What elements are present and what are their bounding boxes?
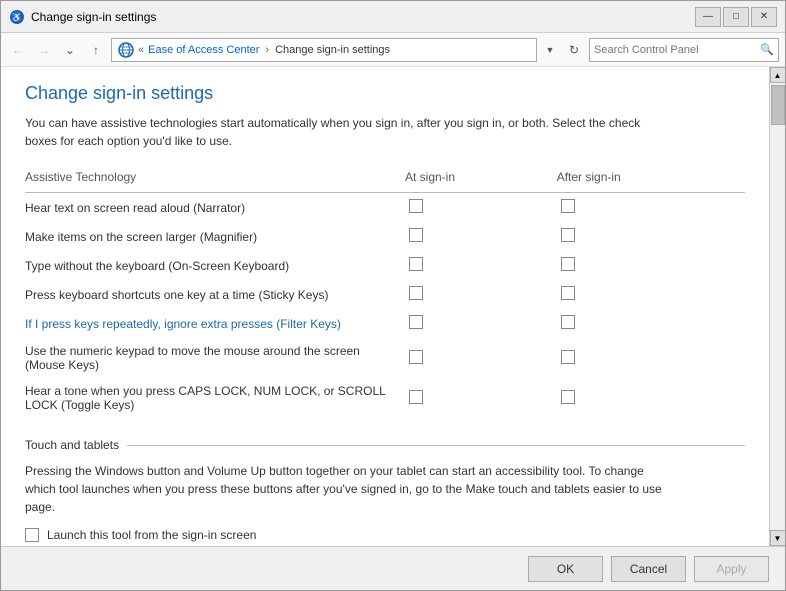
tech-label: Use the numeric keypad to move the mouse… xyxy=(25,338,405,378)
after-signin-cell xyxy=(557,280,745,309)
table-row: Hear a tone when you press CAPS LOCK, NU… xyxy=(25,378,745,418)
after-signin-cell xyxy=(557,251,745,280)
nav-bar: ← → ⌄ ↑ « Ease of Access Center › Change… xyxy=(1,33,785,67)
breadcrumb-ease[interactable]: Ease of Access Center xyxy=(148,44,259,56)
content-area: Change sign-in settings You can have ass… xyxy=(1,67,785,546)
after-signin-cell xyxy=(557,378,745,418)
after-signin-checkbox[interactable] xyxy=(561,228,575,242)
col-header-technology: Assistive Technology xyxy=(25,166,405,192)
after-signin-checkbox[interactable] xyxy=(561,286,575,300)
scrollbar-track: ▲ ▼ xyxy=(769,67,785,546)
close-button[interactable]: ✕ xyxy=(751,7,777,27)
col-header-after-signin: After sign-in xyxy=(557,166,745,192)
after-signin-cell xyxy=(557,309,745,338)
footer: OK Cancel Apply xyxy=(1,546,785,590)
table-row: Press keyboard shortcuts one key at a ti… xyxy=(25,280,745,309)
tech-label: Press keyboard shortcuts one key at a ti… xyxy=(25,280,405,309)
at-signin-checkbox[interactable] xyxy=(409,286,423,300)
launch-tool-label: Launch this tool from the sign-in screen xyxy=(47,528,256,542)
at-signin-cell xyxy=(405,378,557,418)
touch-section: Touch and tablets Pressing the Windows b… xyxy=(25,438,745,542)
dropdown-button[interactable]: ⌄ xyxy=(59,39,81,61)
breadcrumb-separator-1: « xyxy=(138,44,144,56)
page-title: Change sign-in settings xyxy=(25,83,745,104)
refresh-button[interactable]: ↻ xyxy=(563,39,585,61)
svg-text:♿: ♿ xyxy=(11,11,22,22)
minimize-button[interactable]: — xyxy=(695,7,721,27)
at-signin-checkbox[interactable] xyxy=(409,257,423,271)
table-row: Type without the keyboard (On-Screen Key… xyxy=(25,251,745,280)
main-content: Change sign-in settings You can have ass… xyxy=(1,67,769,546)
col-header-at-signin: At sign-in xyxy=(405,166,557,192)
touch-description: Pressing the Windows button and Volume U… xyxy=(25,462,665,516)
scroll-down-button[interactable]: ▼ xyxy=(770,530,786,546)
search-box: 🔍 xyxy=(589,38,779,62)
after-signin-checkbox[interactable] xyxy=(561,390,575,404)
at-signin-checkbox[interactable] xyxy=(409,199,423,213)
ok-button[interactable]: OK xyxy=(528,556,603,582)
at-signin-cell xyxy=(405,309,557,338)
window-icon: ♿ xyxy=(9,9,25,25)
launch-tool-row: Launch this tool from the sign-in screen xyxy=(25,528,745,542)
up-button[interactable]: ↑ xyxy=(85,39,107,61)
after-signin-checkbox[interactable] xyxy=(561,199,575,213)
launch-tool-checkbox[interactable] xyxy=(25,528,39,542)
apply-button[interactable]: Apply xyxy=(694,556,769,582)
tech-label: Hear a tone when you press CAPS LOCK, NU… xyxy=(25,378,405,418)
after-signin-cell xyxy=(557,338,745,378)
touch-section-header: Touch and tablets xyxy=(25,438,745,452)
at-signin-cell xyxy=(405,193,557,222)
page-description: You can have assistive technologies star… xyxy=(25,114,665,150)
table-row: Use the numeric keypad to move the mouse… xyxy=(25,338,745,378)
tech-link[interactable]: If I press keys repeatedly, ignore extra… xyxy=(25,317,341,331)
table-row: If I press keys repeatedly, ignore extra… xyxy=(25,309,745,338)
at-signin-cell xyxy=(405,280,557,309)
after-signin-checkbox[interactable] xyxy=(561,350,575,364)
at-signin-cell xyxy=(405,338,557,378)
at-signin-checkbox[interactable] xyxy=(409,228,423,242)
breadcrumb-arrow: › xyxy=(265,44,269,56)
maximize-button[interactable]: □ xyxy=(723,7,749,27)
title-bar-controls: — □ ✕ xyxy=(695,7,777,27)
after-signin-cell xyxy=(557,193,745,222)
at-signin-checkbox[interactable] xyxy=(409,390,423,404)
tech-label: Hear text on screen read aloud (Narrator… xyxy=(25,193,405,222)
address-globe-icon xyxy=(118,42,134,58)
after-signin-checkbox[interactable] xyxy=(561,257,575,271)
search-icon-button[interactable]: 🔍 xyxy=(760,43,774,56)
at-signin-checkbox[interactable] xyxy=(409,315,423,329)
title-bar: ♿ Change sign-in settings — □ ✕ xyxy=(1,1,785,33)
at-signin-cell xyxy=(405,251,557,280)
main-window: ♿ Change sign-in settings — □ ✕ ← → ⌄ ↑ … xyxy=(0,0,786,591)
scrollbar-thumb[interactable] xyxy=(771,85,785,125)
address-dropdown-button[interactable]: ▼ xyxy=(541,39,559,61)
table-row: Hear text on screen read aloud (Narrator… xyxy=(25,193,745,222)
assistive-tech-table: Assistive Technology At sign-in After si… xyxy=(25,166,745,418)
cancel-button[interactable]: Cancel xyxy=(611,556,686,582)
tech-label: If I press keys repeatedly, ignore extra… xyxy=(25,309,405,338)
address-bar: « Ease of Access Center › Change sign-in… xyxy=(111,38,537,62)
breadcrumb-current: Change sign-in settings xyxy=(275,44,390,56)
at-signin-cell xyxy=(405,222,557,251)
tech-label: Type without the keyboard (On-Screen Key… xyxy=(25,251,405,280)
after-signin-checkbox[interactable] xyxy=(561,315,575,329)
title-bar-label: Change sign-in settings xyxy=(31,10,695,24)
tech-label: Make items on the screen larger (Magnifi… xyxy=(25,222,405,251)
at-signin-checkbox[interactable] xyxy=(409,350,423,364)
scroll-up-button[interactable]: ▲ xyxy=(770,67,786,83)
search-input[interactable] xyxy=(594,44,760,56)
after-signin-cell xyxy=(557,222,745,251)
back-button[interactable]: ← xyxy=(7,39,29,61)
table-row: Make items on the screen larger (Magnifi… xyxy=(25,222,745,251)
forward-button[interactable]: → xyxy=(33,39,55,61)
